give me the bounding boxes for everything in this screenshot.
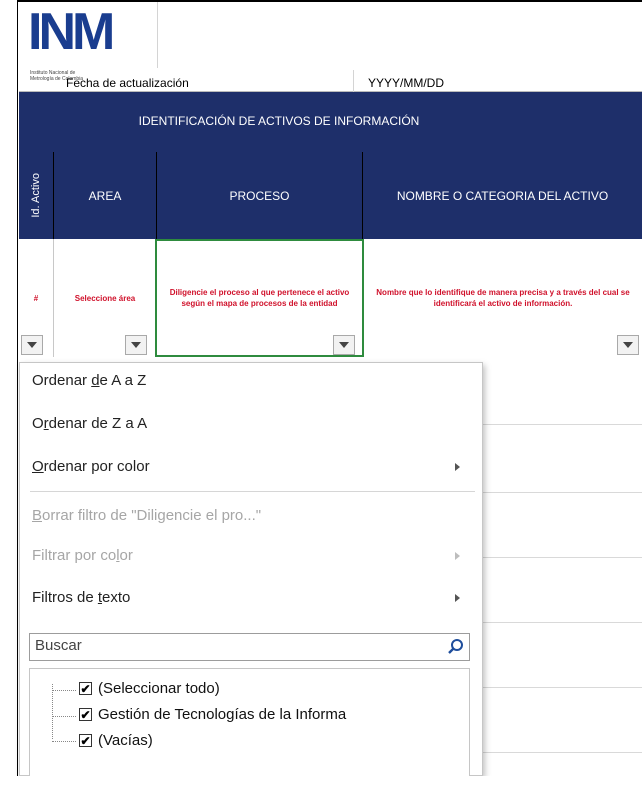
menu-text: O xyxy=(32,415,44,432)
header-proceso-label: PROCESO xyxy=(229,188,290,203)
header-nombre-label: NOMBRE O CATEGORIA DEL ACTIVO xyxy=(396,188,609,203)
submenu-arrow-icon xyxy=(455,594,460,602)
tree-item-vacias[interactable]: (Vacías) xyxy=(98,732,153,749)
window-left-margin xyxy=(0,0,18,789)
example-nombre-cell[interactable]: Nombre que lo identifique de manera prec… xyxy=(364,239,642,357)
menu-item-text-filters[interactable]: Filtros de texto xyxy=(32,589,130,606)
menu-text: or xyxy=(119,547,133,564)
tree-item-gestion-tecnologias[interactable]: Gestión de Tecnologías de la Informa xyxy=(98,706,346,723)
dropdown-arrow-icon xyxy=(27,342,37,348)
menu-text: e A a Z xyxy=(99,372,147,389)
menu-text: rdenar por color xyxy=(43,458,150,475)
menu-separator xyxy=(30,491,475,492)
bottom-margin xyxy=(0,776,642,789)
sheet-title[interactable]: IDENTIFICACIÓN DE ACTIVOS DE INFORMACIÓN xyxy=(19,114,539,128)
filter-dropdown-area[interactable] xyxy=(125,335,147,355)
search-icon[interactable] xyxy=(447,638,465,656)
menu-item-clear-filter[interactable]: Borrar filtro de "Diligencie el pro..." xyxy=(32,507,261,524)
menu-item-sort-by-color[interactable]: Ordenar por color xyxy=(32,458,150,475)
header-nombre[interactable]: NOMBRE O CATEGORIA DEL ACTIVO xyxy=(363,152,642,239)
header-area[interactable]: AREA xyxy=(54,152,157,239)
checkbox-checked-icon[interactable]: ✔ xyxy=(79,734,92,747)
menu-text: Filtrar por co xyxy=(32,547,117,564)
header-proceso[interactable]: PROCESO xyxy=(157,152,363,239)
header-id-activo[interactable]: Id. Activo xyxy=(19,152,54,239)
dropdown-arrow-icon xyxy=(339,342,349,348)
tree-item-select-all[interactable]: (Seleccionar todo) xyxy=(98,680,220,697)
row-gridline xyxy=(483,424,642,425)
example-nombre-text: Nombre que lo identifique de manera prec… xyxy=(376,288,630,308)
menu-accel: O xyxy=(32,458,44,475)
logo-area xyxy=(19,2,642,70)
filter-dropdown-nombre[interactable] xyxy=(617,335,639,355)
row-gridline xyxy=(483,557,642,558)
tree-connector xyxy=(52,684,53,739)
menu-accel: d xyxy=(91,372,100,389)
date-label[interactable]: Fecha de actualización xyxy=(66,76,189,90)
tree-connector xyxy=(52,690,76,691)
search-placeholder: Buscar xyxy=(35,637,82,654)
menu-item-filter-by-color[interactable]: Filtrar por color xyxy=(32,547,133,564)
menu-item-sort-z-a[interactable]: Ordenar de Z a A xyxy=(32,415,147,432)
row-gridline xyxy=(483,622,642,623)
search-input[interactable] xyxy=(29,633,470,661)
tree-connector xyxy=(52,716,76,717)
cell-divider xyxy=(353,70,354,92)
tree-connector xyxy=(52,741,76,742)
dropdown-arrow-icon xyxy=(131,342,141,348)
checkbox-checked-icon[interactable]: ✔ xyxy=(79,708,92,721)
header-id-label: Id. Activo xyxy=(30,173,42,218)
example-area-text: Seleccione área xyxy=(74,293,136,303)
submenu-arrow-icon xyxy=(455,552,460,560)
filter-dropdown-proceso[interactable] xyxy=(333,335,355,355)
menu-text: Ordenar xyxy=(32,372,92,389)
menu-text: denar de Z a A xyxy=(48,415,148,432)
example-proceso-text: Diligencie el proceso al que pertenece e… xyxy=(169,288,350,308)
menu-text: orrar filtro de "Diligencie el pro..." xyxy=(42,507,262,524)
menu-text: Filtros de xyxy=(32,589,98,606)
example-id-text: # xyxy=(33,293,39,303)
checkbox-checked-icon[interactable]: ✔ xyxy=(79,682,92,695)
dropdown-arrow-icon xyxy=(623,342,633,348)
row-gridline xyxy=(483,492,642,493)
menu-item-sort-a-z[interactable]: Ordenar de A a Z xyxy=(32,372,146,389)
menu-text: exto xyxy=(102,589,131,606)
row-gridline xyxy=(483,752,642,753)
menu-accel: B xyxy=(32,507,43,524)
date-value[interactable]: YYYY/MM/DD xyxy=(368,76,444,90)
filter-dropdown-id[interactable] xyxy=(21,335,43,355)
row-gridline xyxy=(483,687,642,688)
inm-logo: INM xyxy=(28,3,115,61)
cell-divider xyxy=(157,2,158,68)
header-area-label: AREA xyxy=(88,188,122,203)
submenu-arrow-icon xyxy=(455,463,460,471)
